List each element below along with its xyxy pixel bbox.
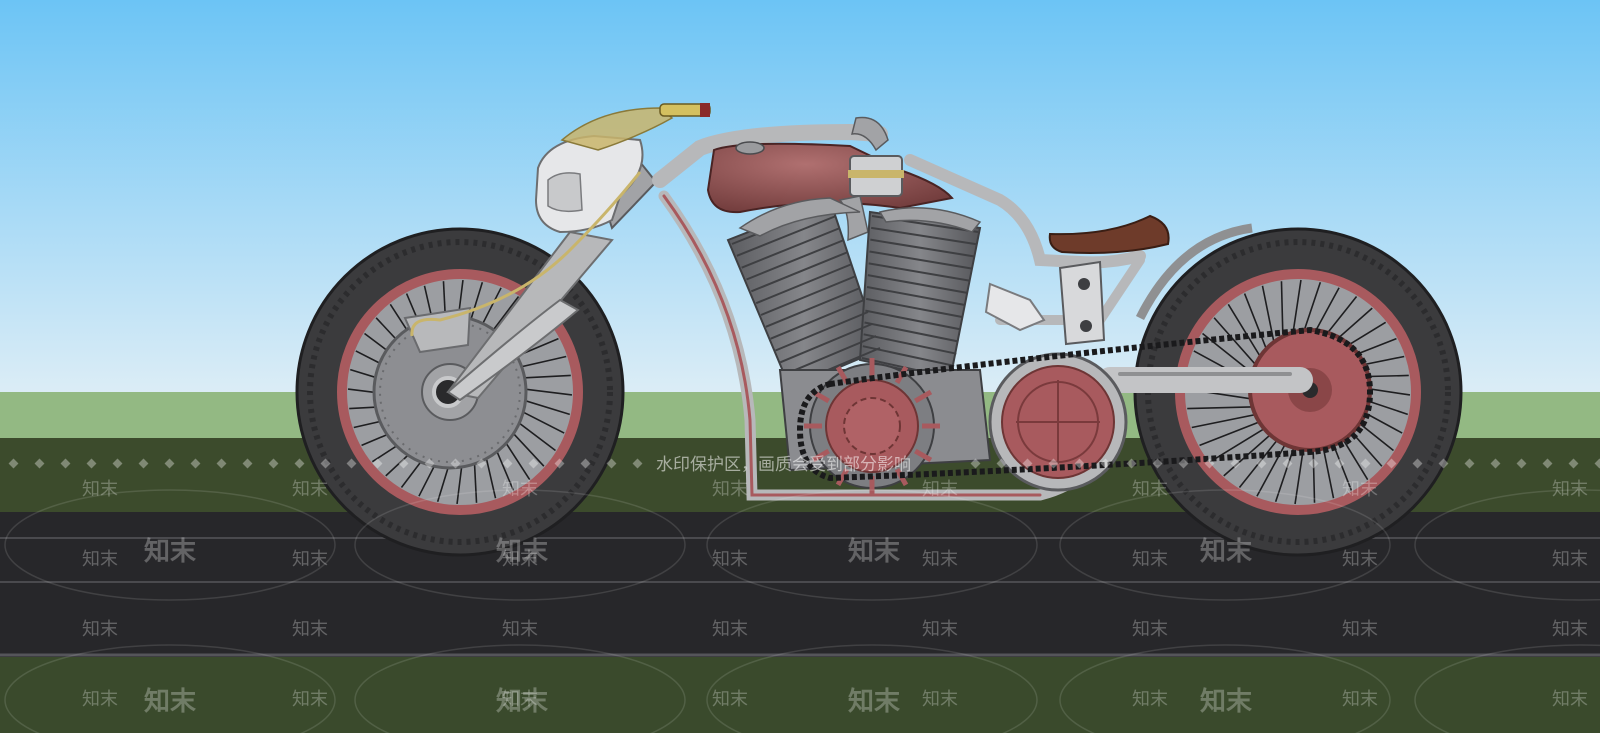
watermark-brand-small: 知末 — [1132, 479, 1168, 500]
watermark-brand-large: 知末 — [848, 537, 901, 567]
watermark-brand-small: 知末 — [922, 689, 958, 710]
watermark-brand-small: 知末 — [712, 479, 748, 500]
scene-svg: 水印保护区，画质会受到部分影响 知末 知末 知末 知末 知末 知末 知末 知末知末 知末 知末 知末… — [0, 0, 1600, 733]
watermark-brand-small: 知末 — [922, 619, 958, 640]
rear-shock-mount — [1058, 260, 1106, 346]
watermark-brand-small: 知末 — [712, 689, 748, 710]
watermark-brand-large: 知末 — [144, 687, 197, 717]
watermark-brand-small: 知末 — [292, 479, 328, 500]
watermark-brand-small: 知末 — [292, 689, 328, 710]
watermark-brand-small: 知末 — [922, 549, 958, 570]
watermark-brand-small: 知末 — [712, 619, 748, 640]
watermark-brand-small: 知末 — [502, 619, 538, 640]
watermark-brand-small: 知末 — [292, 619, 328, 640]
watermark-brand-small: 知末 — [1132, 689, 1168, 710]
watermark-brand-large: 知末 — [1200, 687, 1253, 717]
drive-pulley — [988, 352, 1128, 492]
watermark-brand-large: 知末 — [496, 687, 549, 717]
watermark-brand-small: 知末 — [1342, 479, 1378, 500]
watermark-brand-small: 知末 — [1132, 619, 1168, 640]
watermark-brand-small: 知末 — [1342, 549, 1378, 570]
watermark-brand-small: 知末 — [712, 549, 748, 570]
watermark-brand-small: 知末 — [1342, 689, 1378, 710]
watermark-brand-large: 知末 — [1200, 537, 1253, 567]
watermark-brand-small: 知末 — [1552, 689, 1588, 710]
watermark-brand-small: 知末 — [1552, 549, 1588, 570]
watermark-banner: 水印保护区，画质会受到部分影响 — [656, 455, 911, 475]
fuel-cap — [735, 141, 765, 155]
watermark-brand-large: 知末 — [848, 687, 901, 717]
watermark-brand-small: 知末 — [1552, 619, 1588, 640]
watermark-brand-small: 知末 — [82, 549, 118, 570]
watermark-brand-small: 知末 — [1132, 549, 1168, 570]
watermark-brand-small: 知末 — [82, 689, 118, 710]
watermark-brand-large: 知末 — [496, 537, 549, 567]
watermark-brand-small: 知末 — [1342, 619, 1378, 640]
watermark-brand-small: 知末 — [82, 619, 118, 640]
sketchup-viewport: 水印保护区，画质会受到部分影响 知末 知末 知末 知末 知末 知末 知末 知末 知末 知末 知末 知末… — [0, 0, 1600, 733]
watermark-brand-large: 知末 — [144, 537, 197, 567]
